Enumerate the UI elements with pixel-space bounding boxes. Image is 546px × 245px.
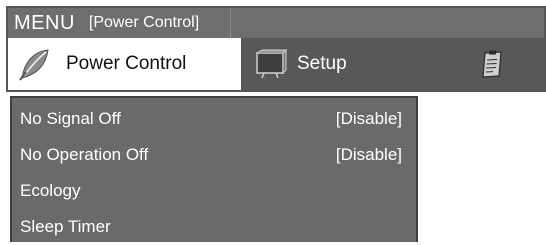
clipboard-icon[interactable] <box>479 50 505 78</box>
menu-item-label: No Signal Off <box>20 109 121 129</box>
tab-row: Power Control Setup <box>8 38 544 90</box>
menu-item-label: Sleep Timer <box>20 217 111 237</box>
menu-item-sleep-timer[interactable]: Sleep Timer <box>12 209 416 245</box>
menu-frame: MENU [Power Control] Power Control <box>6 6 546 92</box>
title-divider <box>230 8 231 38</box>
setup-icon <box>251 44 291 84</box>
title-bar: MENU [Power Control] <box>8 8 544 38</box>
menu-item-ecology[interactable]: Ecology <box>12 173 416 209</box>
tab-power-control[interactable]: Power Control <box>8 38 241 90</box>
menu-item-no-operation-off[interactable]: No Operation Off [Disable] <box>12 137 416 173</box>
menu-title: MENU <box>14 12 75 35</box>
tab-setup[interactable]: Setup <box>241 38 544 90</box>
menu-item-label: Ecology <box>20 181 80 201</box>
breadcrumb: [Power Control] <box>89 14 199 32</box>
tab-setup-label: Setup <box>297 53 347 75</box>
leaf-icon <box>14 44 54 84</box>
tab-power-control-label: Power Control <box>66 53 186 75</box>
menu-item-value: [Disable] <box>336 145 402 165</box>
menu-list: No Signal Off [Disable] No Operation Off… <box>10 96 418 242</box>
menu-item-value: [Disable] <box>336 109 402 129</box>
menu-item-no-signal-off[interactable]: No Signal Off [Disable] <box>12 101 416 137</box>
menu-item-label: No Operation Off <box>20 145 148 165</box>
